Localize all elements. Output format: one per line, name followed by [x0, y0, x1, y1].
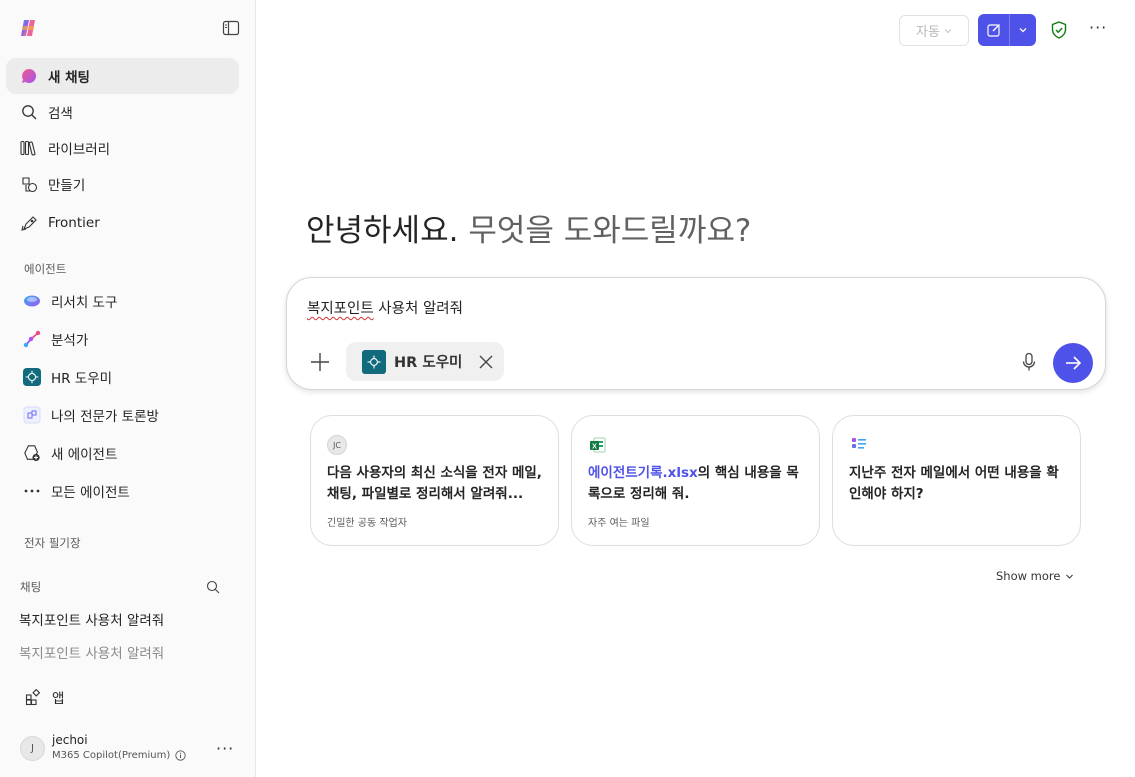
- svg-text:X: X: [592, 443, 597, 450]
- agents-section-label: 에이전트: [24, 262, 67, 276]
- nav-apps-label: 앱: [52, 691, 65, 707]
- collaborator-avatar: JC: [327, 435, 347, 455]
- notebook-section-label[interactable]: 전자 필기장: [24, 535, 81, 551]
- user-profile[interactable]: J jechoi M365 Copilot(Premium) ···: [20, 733, 240, 767]
- info-icon[interactable]: [175, 750, 186, 761]
- agent-hr-helper-label: HR 도우미: [51, 371, 113, 387]
- greeting-question: 무엇을 도와드릴까요?: [458, 213, 752, 249]
- user-plan-label: M365 Copilot(Premium): [52, 750, 171, 761]
- close-icon[interactable]: [478, 354, 494, 370]
- mode-dropdown[interactable]: 자동: [899, 15, 969, 46]
- library-icon: [20, 139, 38, 157]
- show-more-label: Show more: [996, 569, 1061, 583]
- suggestion-source: 긴밀한 공동 작업자: [327, 518, 407, 529]
- agent-hr-helper[interactable]: HR 도우미: [6, 359, 239, 395]
- suggestion-text: 다음 사용자의 최신 소식을 전자 메일, 채팅, 파일별로 정리해서 알려줘.…: [327, 465, 542, 502]
- suggestion-card[interactable]: 지난주 전자 메일에서 어떤 내용을 확인해야 하지?: [832, 415, 1081, 546]
- file-link[interactable]: 에이전트기록.xlsx: [588, 465, 698, 481]
- mode-label: 자동: [916, 25, 940, 40]
- user-name: jechoi: [52, 733, 88, 747]
- new-chat-button[interactable]: [978, 14, 1010, 46]
- apps-icon: [24, 688, 42, 706]
- frontier-icon: [20, 214, 38, 232]
- hr-helper-icon: [23, 368, 41, 386]
- new-chat-split-button[interactable]: [978, 14, 1036, 46]
- more-icon: [23, 482, 41, 500]
- agent-expert-room[interactable]: 나의 전문가 토론방: [6, 397, 239, 433]
- agent-new-agent[interactable]: 새 에이전트: [6, 435, 239, 471]
- researcher-icon: [23, 292, 41, 310]
- suggestion-text: 지난주 전자 메일에서 어떤 내용을 확인해야 하지?: [849, 465, 1059, 502]
- chat-history-item[interactable]: 복지포인트 사용처 알려줘: [19, 609, 164, 629]
- suggestion-text: 에이전트기록.xlsx의 핵심 내용을 목록으로 정리해 줘.: [588, 463, 806, 505]
- chat-history-item[interactable]: 복지포인트 사용처 알려줘: [19, 642, 164, 662]
- nav-library-label: 라이브러리: [48, 142, 111, 158]
- show-more-button[interactable]: Show more: [996, 569, 1074, 583]
- nav-new-chat-label: 새 채팅: [48, 70, 90, 86]
- greeting-hello: 안녕하세요.: [306, 213, 459, 249]
- spellcheck-word[interactable]: 복지포인트: [307, 301, 374, 317]
- agent-new-agent-label: 새 에이전트: [51, 447, 118, 463]
- sidebar-toggle-icon[interactable]: [222, 19, 240, 37]
- agent-expert-room-label: 나의 전문가 토론방: [51, 409, 159, 425]
- new-chat-options-button[interactable]: [1010, 14, 1036, 46]
- agent-chip-label: HR 도우미: [394, 355, 463, 371]
- user-plan: M365 Copilot(Premium): [52, 750, 186, 761]
- nav-create-label: 만들기: [48, 178, 86, 194]
- agent-all-agents-label: 모든 에이전트: [51, 485, 130, 501]
- user-more-button[interactable]: ···: [216, 739, 234, 758]
- chat-search-icon[interactable]: [206, 580, 220, 594]
- create-icon: [20, 175, 38, 193]
- shield-check-icon[interactable]: [1049, 20, 1069, 40]
- nav-apps[interactable]: 앱: [6, 679, 239, 715]
- suggestion-card[interactable]: JC 다음 사용자의 최신 소식을 전자 메일, 채팅, 파일별로 정리해서 알…: [310, 415, 559, 546]
- analyst-icon: [23, 330, 41, 348]
- composer-input-text: 사용처 알려줘: [373, 301, 463, 317]
- expert-room-icon: [23, 406, 41, 424]
- hr-helper-icon: [362, 349, 386, 374]
- chevron-down-icon: [1066, 574, 1074, 579]
- chevron-down-icon: [944, 28, 952, 33]
- nav-frontier-label: Frontier: [48, 215, 100, 231]
- composer-input[interactable]: 복지포인트 사용처 알려줘: [307, 297, 463, 318]
- send-button[interactable]: [1053, 343, 1093, 383]
- nav-library[interactable]: 라이브러리: [6, 130, 239, 166]
- copilot-logo-icon[interactable]: [18, 18, 38, 38]
- new-agent-icon: [23, 444, 41, 462]
- nav-search-label: 검색: [48, 106, 73, 122]
- avatar[interactable]: J: [20, 736, 45, 761]
- task-list-icon: [852, 438, 866, 449]
- compose-icon: [986, 24, 1000, 37]
- sidebar-header: [0, 0, 256, 56]
- chevron-down-icon: [1019, 28, 1027, 33]
- agent-chip[interactable]: HR 도우미: [346, 342, 504, 381]
- microphone-icon[interactable]: [1020, 352, 1038, 372]
- nav-new-chat[interactable]: 새 채팅: [6, 58, 239, 94]
- suggestion-card[interactable]: X 에이전트기록.xlsx의 핵심 내용을 목록으로 정리해 줘. 자주 여는 …: [571, 415, 820, 546]
- agent-all-agents[interactable]: 모든 에이전트: [6, 473, 239, 509]
- chat-composer[interactable]: 복지포인트 사용처 알려줘 HR 도우미: [286, 277, 1106, 390]
- agent-researcher-label: 리서치 도구: [51, 295, 118, 311]
- suggestion-source: 자주 여는 파일: [588, 518, 650, 529]
- agent-analyst[interactable]: 분석가: [6, 321, 239, 357]
- excel-file-icon: X: [590, 437, 606, 453]
- agent-analyst-label: 분석가: [51, 333, 89, 349]
- arrow-right-icon: [1066, 356, 1082, 370]
- nav-frontier[interactable]: Frontier: [6, 205, 239, 241]
- sidebar: 새 채팅 검색 라이브러리 만들기 Frontier 에이전트 리서치 도구 분…: [0, 0, 256, 777]
- nav-search[interactable]: 검색: [6, 94, 239, 130]
- search-icon: [20, 103, 38, 121]
- nav-create[interactable]: 만들기: [6, 166, 239, 202]
- greeting-heading: 안녕하세요. 무엇을 도와드릴까요?: [306, 205, 751, 250]
- agent-researcher[interactable]: 리서치 도구: [6, 283, 239, 319]
- add-icon[interactable]: [309, 351, 331, 373]
- new-chat-icon: [20, 67, 38, 85]
- chats-section-label: 채팅: [20, 580, 42, 594]
- more-options-button[interactable]: ···: [1089, 18, 1107, 37]
- collaborator-badge: JC: [327, 435, 347, 455]
